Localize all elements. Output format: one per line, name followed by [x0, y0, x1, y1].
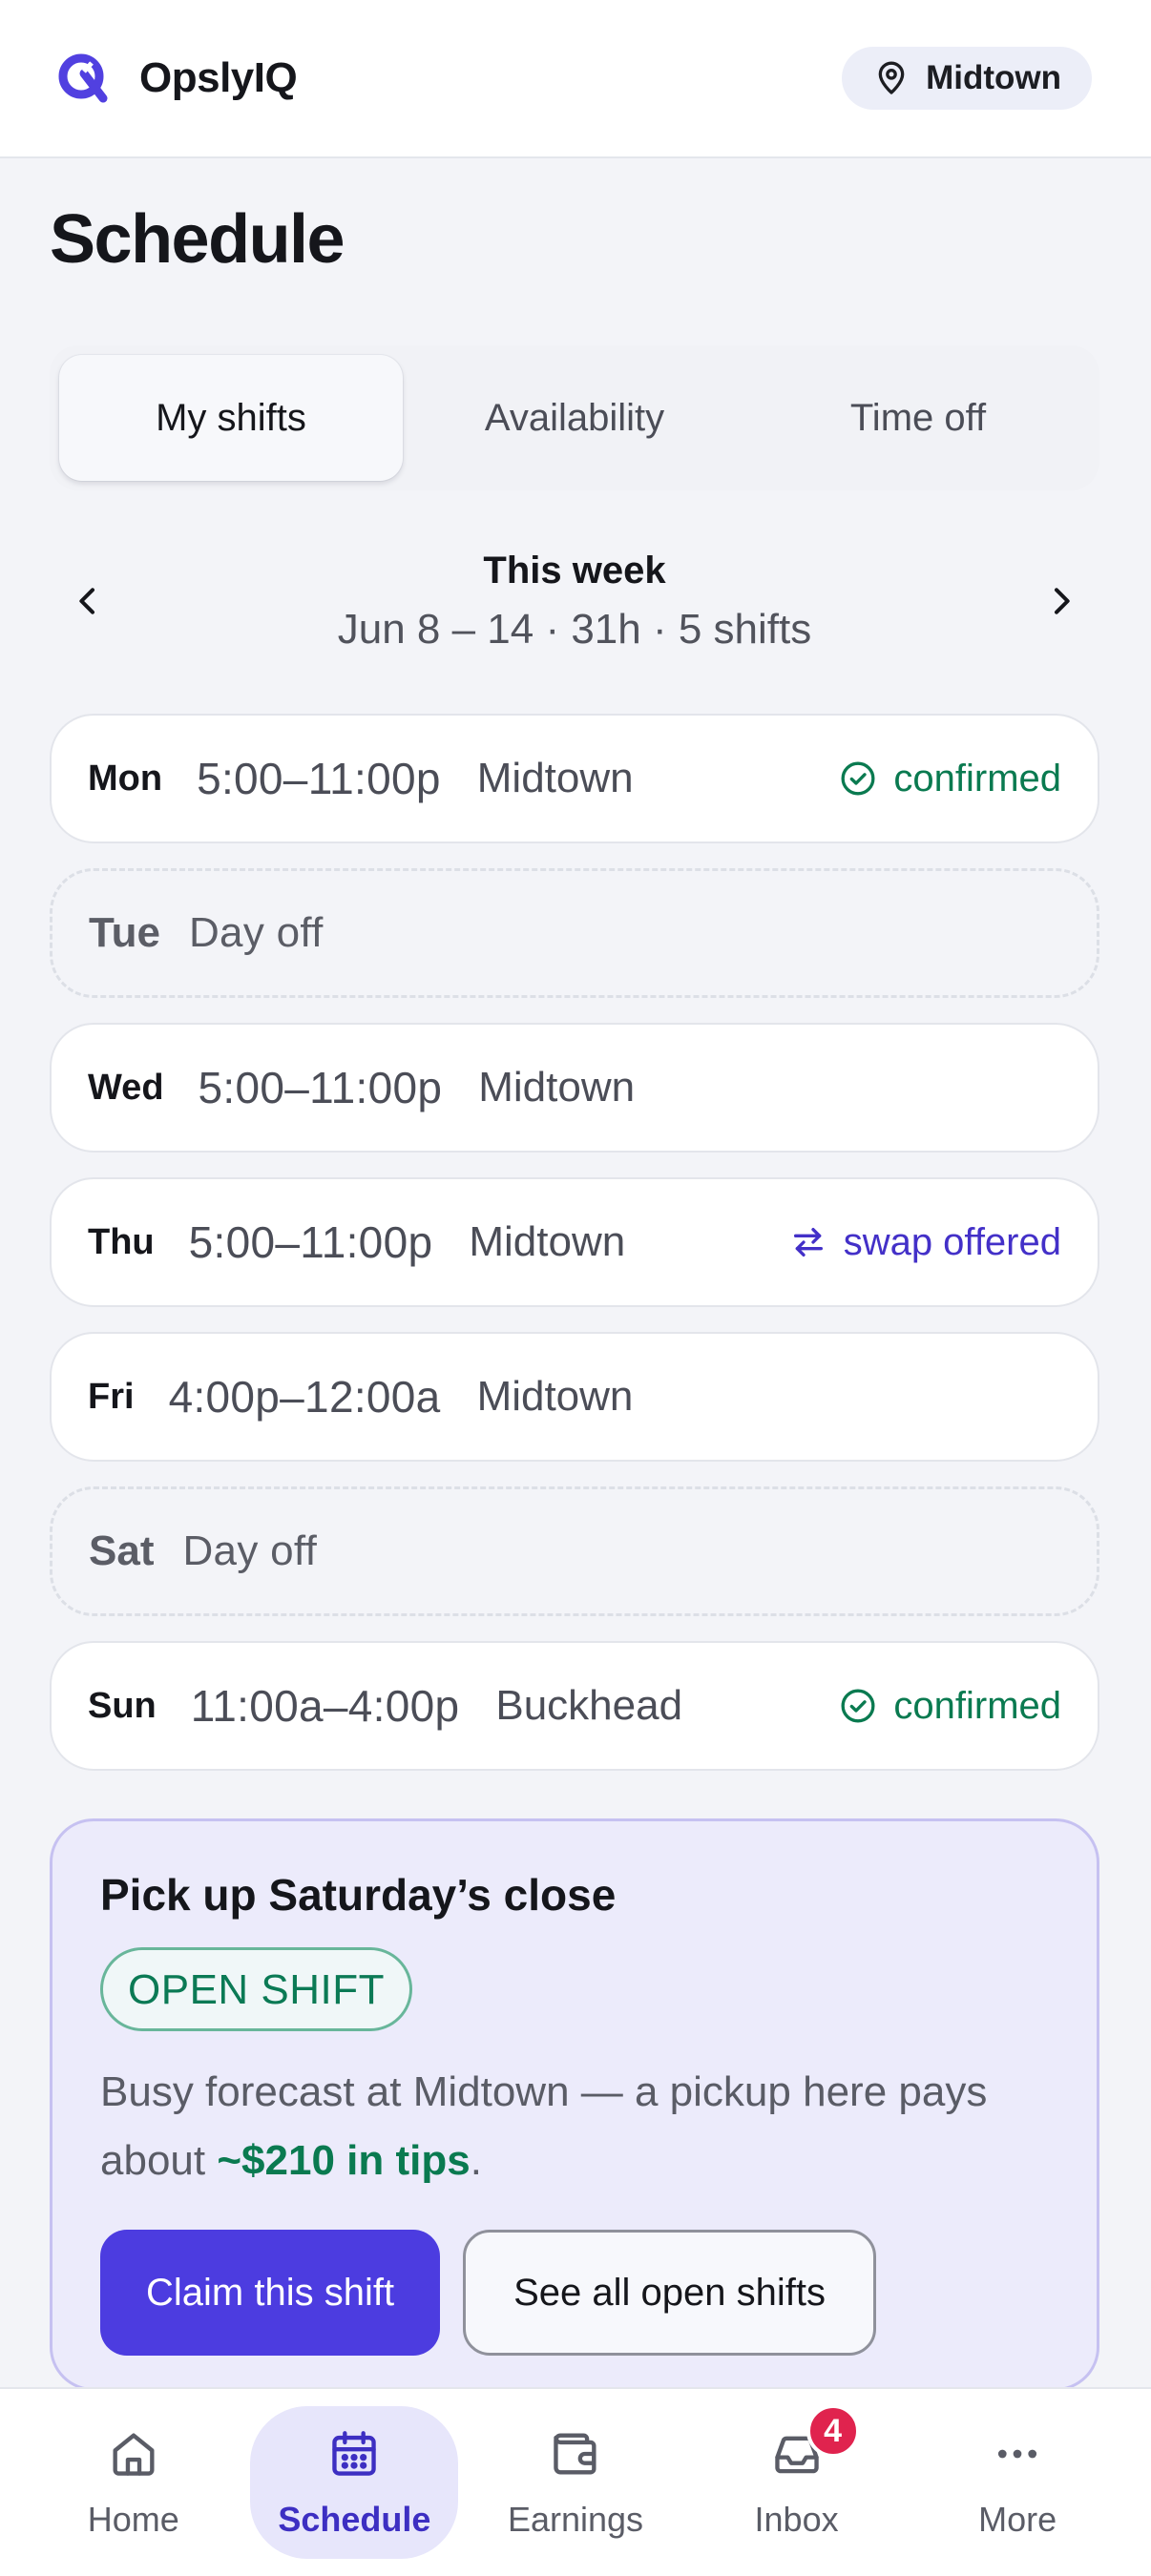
shift-day: Fri	[88, 1376, 135, 1417]
shift-day: Wed	[88, 1067, 164, 1108]
shift-time: Day off	[188, 909, 324, 956]
shift-row-sat: Sat Day off	[50, 1486, 1099, 1616]
shift-day: Mon	[88, 758, 163, 799]
open-shift-title: Pick up Saturday’s close	[100, 1870, 617, 1920]
status-text: swap offered	[843, 1220, 1061, 1263]
tab-time-off[interactable]: Time off	[746, 355, 1090, 481]
more-icon	[989, 2425, 1046, 2483]
open-shift-description: Busy forecast at Midtown — a pickup here…	[100, 2058, 1055, 2195]
description-end: .	[470, 2137, 482, 2184]
status-text: confirmed	[893, 1684, 1061, 1727]
map-pin-icon	[872, 59, 910, 97]
nav-more[interactable]: More	[913, 2406, 1121, 2559]
shift-time: 5:00–11:00p	[198, 1063, 443, 1112]
location-label: Midtown	[926, 59, 1061, 96]
brand-logo-icon	[55, 51, 111, 106]
shift-location: Midtown	[469, 1218, 626, 1265]
status-text: confirmed	[893, 757, 1061, 800]
shift-time: 5:00–11:00p	[197, 754, 441, 803]
nav-label: Schedule	[278, 2500, 431, 2539]
shift-day: Tue	[89, 909, 160, 956]
tips-estimate: ~$210 in tips	[217, 2137, 471, 2184]
brand-name: OpslyIQ	[139, 54, 298, 101]
shift-row-wed[interactable]: Wed 5:00–11:00p Midtown	[50, 1023, 1099, 1153]
tab-availability[interactable]: Availability	[403, 355, 746, 481]
week-range: Jun 8 – 14 · 31h · 5 shifts	[337, 605, 812, 653]
location-selector[interactable]: Midtown	[842, 47, 1092, 110]
week-navigator: This week Jun 8 – 14 · 31h · 5 shifts	[50, 534, 1099, 668]
shift-row-tue: Tue Day off	[50, 868, 1099, 998]
shift-location: Midtown	[476, 755, 634, 801]
nav-label: Inbox	[754, 2500, 839, 2539]
see-open-shifts-button[interactable]: See all open shifts	[463, 2230, 876, 2356]
nav-label: Home	[87, 2500, 179, 2539]
swap-icon	[788, 1222, 828, 1262]
shift-time: 5:00–11:00p	[188, 1217, 433, 1267]
nav-label: Earnings	[507, 2500, 644, 2539]
shift-day: Thu	[88, 1221, 155, 1262]
shift-row-fri[interactable]: Fri 4:00p–12:00a Midtown	[50, 1332, 1099, 1462]
shift-time: 11:00a–4:00p	[190, 1681, 460, 1731]
shift-day: Sat	[89, 1527, 155, 1574]
claim-shift-button[interactable]: Claim this shift	[100, 2230, 441, 2356]
wallet-icon	[547, 2425, 604, 2483]
week-title: This week	[483, 549, 666, 592]
check-circle-icon	[838, 1686, 878, 1726]
shift-location: Midtown	[476, 1373, 634, 1420]
nav-earnings[interactable]: Earnings	[471, 2406, 680, 2559]
shift-row-sun[interactable]: Sun 11:00a–4:00p Buckhead confirmed	[50, 1641, 1099, 1771]
inbox-count-badge: 4	[806, 2404, 860, 2458]
status-badge: swap offered	[788, 1221, 1061, 1264]
shift-location: Midtown	[478, 1064, 636, 1111]
shift-location: Buckhead	[495, 1682, 683, 1729]
shift-row-mon[interactable]: Mon 5:00–11:00p Midtown confirmed	[50, 714, 1099, 843]
app-root: OpslyIQ Midtown Schedule My shifts Avail…	[0, 0, 1151, 2576]
calendar-icon	[325, 2425, 383, 2483]
status-badge: confirmed	[838, 1685, 1061, 1728]
week-summary: This week Jun 8 – 14 · 31h · 5 shifts	[338, 550, 812, 654]
inbox-icon: 4	[768, 2404, 860, 2483]
chevron-left-icon[interactable]	[50, 563, 126, 639]
open-shift-badge: OPEN SHIFT	[100, 1947, 413, 2031]
shift-day: Sun	[88, 1685, 157, 1726]
nav-home[interactable]: Home	[30, 2406, 238, 2559]
open-shift-card: Pick up Saturday’s close OPEN SHIFT Busy…	[50, 1818, 1099, 2391]
nav-schedule[interactable]: Schedule	[250, 2406, 459, 2559]
chevron-right-icon[interactable]	[1023, 563, 1099, 639]
brand[interactable]: OpslyIQ	[55, 51, 298, 106]
check-circle-icon	[838, 758, 878, 799]
status-badge: confirmed	[838, 758, 1061, 800]
schedule-tabs: My shifts Availability Time off	[50, 345, 1099, 490]
shift-row-thu[interactable]: Thu 5:00–11:00p Midtown swap offered	[50, 1177, 1099, 1307]
nav-label: More	[978, 2500, 1057, 2539]
top-bar: OpslyIQ Midtown	[0, 0, 1151, 158]
shift-time: Day off	[182, 1527, 318, 1574]
home-icon	[105, 2425, 162, 2483]
open-shift-actions: Claim this shift See all open shifts	[100, 2230, 1049, 2356]
nav-inbox[interactable]: 4 Inbox	[693, 2404, 901, 2559]
page-title: Schedule	[50, 201, 345, 278]
shift-list: Mon 5:00–11:00p Midtown confirmed Tue Da…	[50, 714, 1099, 1796]
shift-time: 4:00p–12:00a	[168, 1372, 441, 1422]
tab-my-shifts[interactable]: My shifts	[59, 355, 403, 481]
bottom-nav: Home Schedule Earnings 4 Inbox More	[0, 2387, 1151, 2576]
